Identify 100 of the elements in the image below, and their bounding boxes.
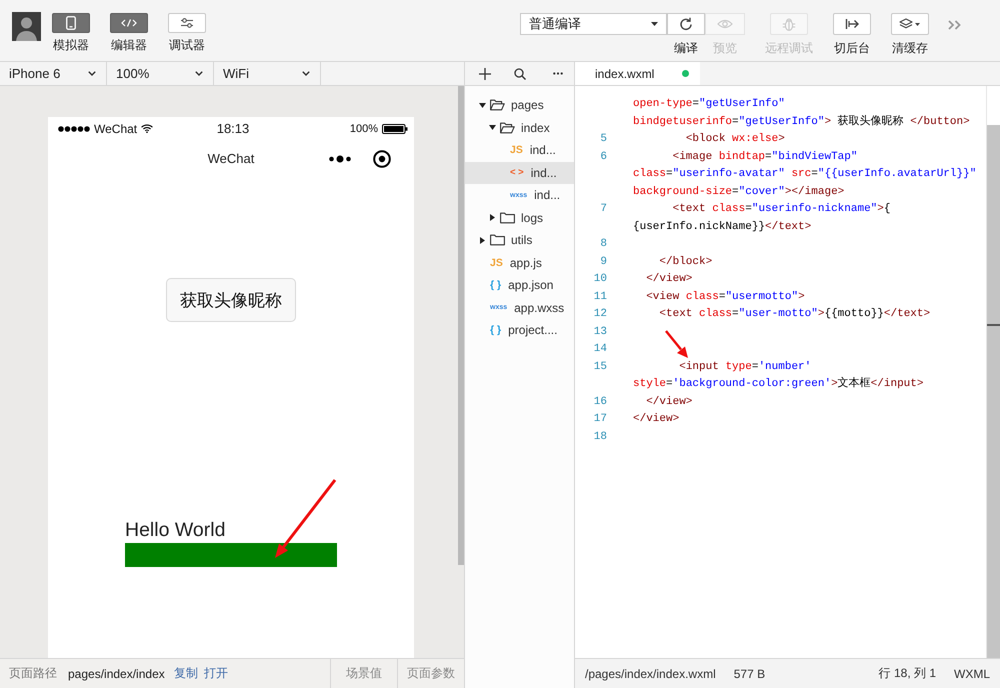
status-time: 18:13 — [216, 121, 250, 136]
file-tree-item[interactable]: { } project.... — [465, 319, 574, 342]
copy-link[interactable]: 复制 — [170, 665, 201, 682]
file-tree-item[interactable]: < > ind... — [465, 162, 574, 184]
code-operator: = — [765, 150, 772, 162]
line-number: 16 — [594, 396, 607, 408]
file-tree-item[interactable]: index — [465, 116, 574, 139]
code-string: "{{userInfo.avatarUrl}}" — [818, 168, 976, 180]
code-attribute: background-size — [633, 186, 732, 198]
code-tag: <block — [686, 133, 726, 145]
file-type-label: { } — [490, 280, 502, 290]
more-dots-icon[interactable] — [329, 154, 351, 162]
code-string: 'background-color:green' — [672, 378, 832, 390]
view-toggle-button[interactable]: 调试器 — [168, 13, 206, 52]
view-toggle-button[interactable]: 编辑器 — [110, 13, 148, 52]
code-attribute: class — [699, 308, 732, 320]
code-operator: = — [666, 168, 673, 180]
code-tag: </input> — [870, 378, 924, 390]
open-folder-icon — [490, 99, 505, 112]
network-select[interactable]: WiFi — [214, 62, 321, 85]
code-tag: </block> — [659, 256, 712, 268]
line-number: 11 — [594, 290, 607, 302]
file-type-label: JS — [490, 258, 503, 268]
code-operator: = — [692, 98, 700, 110]
page-path: pages/index/index — [68, 666, 165, 680]
battery-icon — [382, 124, 408, 134]
code-operator: = — [732, 186, 739, 198]
avatar-placeholder[interactable] — [12, 12, 41, 41]
code-tag: <image — [672, 150, 712, 162]
ruler-mark — [987, 324, 1000, 326]
code-text: { — [884, 203, 890, 215]
code-attribute: bindtap — [718, 150, 766, 162]
scrollbar-thumb[interactable] — [458, 86, 464, 565]
file-tree-item[interactable]: pages — [465, 94, 574, 116]
device-select[interactable]: iPhone 6 — [0, 62, 107, 85]
code-tag: <input — [679, 360, 719, 372]
code-tag: </text> — [765, 220, 812, 232]
chevron-down-icon — [195, 71, 203, 76]
scrollbar-thumb[interactable] — [987, 125, 1000, 658]
view-toggle-button[interactable]: 模拟器 — [52, 13, 90, 52]
code-string: "userinfo-nickname" — [752, 203, 878, 215]
carrier-name: WeChat — [94, 122, 138, 136]
code-tag: > — [831, 378, 838, 390]
code-operator: = — [732, 116, 739, 128]
code-text: {{motto}} — [824, 308, 884, 320]
code-string: "getUserInfo" — [738, 116, 824, 128]
open-link[interactable]: 打开 — [200, 665, 231, 682]
page-title: WeChat — [208, 151, 254, 166]
code-attribute: wx:else — [732, 133, 778, 145]
eye-icon — [704, 13, 744, 35]
code-tag: </view> — [633, 413, 680, 425]
code-tag: </view> — [646, 273, 692, 285]
motto-text: Hello World — [125, 519, 226, 541]
code-attribute: type — [725, 360, 752, 372]
toolbar-action-button[interactable]: 切后台 — [833, 13, 871, 55]
line-number: 12 — [594, 308, 607, 320]
file-tree-item[interactable]: JS app.js — [465, 252, 574, 274]
toolbar-action-button[interactable]: 清缓存 — [891, 13, 929, 55]
folder-icon — [500, 212, 515, 224]
get-profile-button[interactable]: 获取头像昵称 — [166, 278, 296, 322]
code-attribute: src — [791, 168, 812, 180]
plus-icon[interactable] — [479, 68, 491, 80]
code-operator: = — [752, 360, 758, 372]
code-attribute: class — [686, 290, 719, 302]
code-text: {userInfo.nickName}} — [633, 220, 766, 232]
layers-icon — [891, 13, 929, 35]
code-tag: > — [877, 203, 884, 215]
language-mode[interactable]: WXML — [954, 666, 990, 680]
code-tag: ></image> — [784, 186, 844, 198]
code-tag: > — [798, 290, 805, 302]
more-icon[interactable] — [553, 72, 563, 75]
file-tree-item[interactable]: utils — [465, 229, 574, 252]
file-tree-item[interactable]: { } app.json — [465, 274, 574, 296]
line-number: 7 — [600, 203, 607, 215]
caret-down-icon — [651, 22, 658, 26]
code-tag: </button> — [910, 116, 970, 128]
file-tree-item[interactable]: JS ind... — [465, 139, 574, 162]
editor-tab[interactable]: index.wxml — [575, 62, 700, 85]
chevron-down-icon — [302, 71, 310, 76]
circle-dot-icon[interactable] — [373, 150, 391, 168]
code-string: "bindViewTap" — [772, 150, 858, 162]
path-label: 页面路径 — [9, 665, 57, 682]
code-tag: </view> — [646, 396, 692, 408]
zoom-select[interactable]: 100% — [107, 62, 214, 85]
phone-icon — [52, 13, 90, 33]
toolbar-action-button[interactable]: 编译 — [667, 13, 705, 55]
cursor-position[interactable]: 行 18, 列 1 — [878, 665, 936, 682]
file-type-label: JS — [510, 145, 523, 156]
sliders-icon — [168, 13, 206, 33]
search-icon[interactable] — [514, 68, 526, 80]
double-chevron-icon[interactable] — [948, 20, 962, 30]
code-tag: > — [824, 116, 832, 128]
code-string: "user-motto" — [738, 308, 818, 320]
file-tree-item[interactable]: logs — [465, 206, 574, 229]
number-input-field[interactable] — [125, 543, 337, 567]
line-number: 18 — [594, 430, 607, 442]
compile-mode-select[interactable]: 普通编译 — [520, 13, 667, 35]
line-number: 17 — [594, 413, 607, 425]
code-string: "usermotto" — [725, 290, 798, 302]
code-tag: <text — [659, 308, 692, 320]
